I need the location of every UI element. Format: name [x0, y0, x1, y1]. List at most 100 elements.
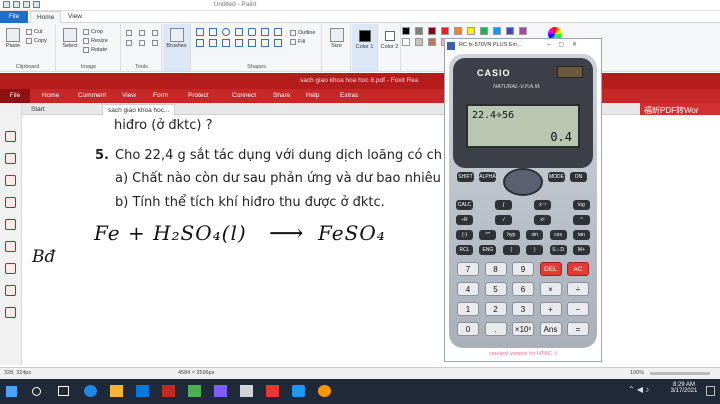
rotate-button[interactable]: Rotate: [83, 45, 108, 54]
taskbar-clock[interactable]: 8:29 AM 3/17/2021: [666, 382, 702, 394]
palette-swatch[interactable]: [493, 27, 501, 35]
number-key[interactable]: DEL: [539, 262, 562, 276]
chrome-icon[interactable]: [188, 385, 201, 397]
function-key[interactable]: tan: [572, 230, 590, 240]
select-button[interactable]: Select: [60, 26, 80, 49]
layers-icon[interactable]: [5, 175, 16, 186]
notification-icon[interactable]: [706, 386, 715, 396]
number-key[interactable]: 5: [484, 282, 507, 296]
magnifier-icon[interactable]: [152, 40, 158, 46]
foxit-form-tab[interactable]: Form: [153, 89, 168, 103]
function-key[interactable]: (-): [456, 230, 473, 240]
stamp-icon[interactable]: [5, 307, 16, 318]
color-picker-icon[interactable]: [139, 40, 145, 46]
right-triangle-shape-icon[interactable]: [196, 39, 204, 47]
number-key[interactable]: −: [567, 302, 589, 316]
task-view-icon[interactable]: [58, 386, 69, 396]
foxit-connect-tab[interactable]: Connect: [232, 89, 256, 103]
brushes-button[interactable]: Brushes: [163, 24, 191, 71]
function-key[interactable]: ∫: [495, 200, 512, 210]
function-key[interactable]: (: [502, 245, 520, 255]
function-key[interactable]: °'": [479, 230, 497, 240]
function-key[interactable]: sin: [526, 230, 544, 240]
palette-swatch[interactable]: [467, 27, 475, 35]
curve-shape-icon[interactable]: [209, 28, 217, 36]
foxit-protect-tab[interactable]: Protect: [188, 89, 209, 103]
rectangle-shape-icon[interactable]: [235, 28, 243, 36]
number-key[interactable]: 1: [457, 302, 479, 316]
function-key[interactable]: ^: [573, 215, 590, 225]
palette-swatch[interactable]: [506, 27, 514, 35]
attachment-icon[interactable]: [5, 219, 16, 230]
start-tab[interactable]: Start: [26, 104, 50, 115]
start-windows-icon[interactable]: [6, 386, 17, 397]
number-key[interactable]: AC: [567, 262, 589, 276]
paint-home-tab[interactable]: Home: [30, 11, 62, 23]
close-icon[interactable]: ✕: [572, 42, 585, 48]
alpha-key[interactable]: ALPHA: [479, 172, 496, 182]
text-icon[interactable]: [152, 30, 158, 36]
function-key[interactable]: CALC: [456, 200, 473, 210]
foxit-home-tab[interactable]: Home: [42, 89, 59, 103]
bookmark-icon[interactable]: [5, 131, 16, 142]
cut-button[interactable]: Cut: [26, 27, 47, 36]
fill-dropdown[interactable]: Fill: [290, 37, 315, 46]
zoom-slider[interactable]: [650, 372, 710, 375]
zalo-taskbar-icon[interactable]: [292, 385, 305, 397]
palette-swatch[interactable]: [441, 27, 449, 35]
function-key[interactable]: ENG: [479, 245, 497, 255]
arrow-right-shape-icon[interactable]: [248, 39, 256, 47]
function-key[interactable]: log: [573, 200, 590, 210]
hexagon-shape-icon[interactable]: [235, 39, 243, 47]
file-explorer-icon[interactable]: [110, 385, 123, 397]
paint-taskbar-icon[interactable]: [214, 385, 227, 397]
palette-swatch[interactable]: [402, 38, 410, 46]
pages-icon[interactable]: [5, 153, 16, 164]
function-key[interactable]: M+: [572, 245, 590, 255]
function-key[interactable]: RCL: [456, 245, 473, 255]
function-key[interactable]: x²: [534, 215, 551, 225]
edge-icon[interactable]: [84, 385, 97, 397]
foxit-extras-tab[interactable]: Extras: [340, 89, 358, 103]
foxit-view-tab[interactable]: View: [122, 89, 136, 103]
palette-swatch[interactable]: [402, 27, 410, 35]
number-key[interactable]: =: [567, 322, 589, 336]
number-key[interactable]: .: [484, 322, 507, 336]
number-key[interactable]: ×: [539, 282, 562, 296]
color2-button[interactable]: Color 2: [379, 24, 401, 71]
paint-view-tab[interactable]: View: [62, 11, 88, 23]
mode-key[interactable]: MODE: [548, 172, 565, 182]
palette-swatch[interactable]: [428, 38, 436, 46]
function-key[interactable]: ÷R: [456, 215, 473, 225]
number-key[interactable]: 7: [457, 262, 479, 276]
foxit-taskbar-icon[interactable]: [162, 385, 175, 397]
store-icon[interactable]: [136, 385, 149, 397]
shift-key[interactable]: SHIFT: [457, 172, 474, 182]
number-key[interactable]: ÷: [567, 282, 589, 296]
foxit-file-tab[interactable]: File: [0, 89, 30, 103]
paint-file-tab[interactable]: File: [0, 11, 28, 23]
minimize-icon[interactable]: –: [547, 42, 558, 48]
system-tray-icons[interactable]: ⌃ ◀ ♪: [628, 385, 649, 394]
number-key[interactable]: 6: [512, 282, 534, 296]
foxit-help-tab[interactable]: Help: [306, 89, 319, 103]
outline-dropdown[interactable]: Outline: [290, 28, 315, 37]
app-taskbar-icon[interactable]: [318, 385, 331, 397]
foxit-share-tab[interactable]: Share: [273, 89, 290, 103]
maximize-icon[interactable]: ▢: [558, 42, 572, 48]
line-shape-icon[interactable]: [196, 28, 204, 36]
replay-dpad[interactable]: [503, 168, 543, 196]
fill-bucket-icon[interactable]: [139, 30, 145, 36]
palette-swatch[interactable]: [415, 27, 423, 35]
rounded-rectangle-shape-icon[interactable]: [248, 28, 256, 36]
palette-swatch[interactable]: [428, 27, 436, 35]
color1-button[interactable]: Color 1: [352, 24, 378, 71]
pencil-icon[interactable]: [126, 30, 132, 36]
paste-button[interactable]: Paste: [3, 26, 23, 49]
calculator-taskbar-icon[interactable]: [240, 385, 253, 397]
lock-icon[interactable]: [5, 263, 16, 274]
paperclip-icon[interactable]: [5, 285, 16, 296]
function-key[interactable]: S⇔D: [549, 245, 567, 255]
palette-swatch[interactable]: [480, 27, 488, 35]
pentagon-shape-icon[interactable]: [222, 39, 230, 47]
